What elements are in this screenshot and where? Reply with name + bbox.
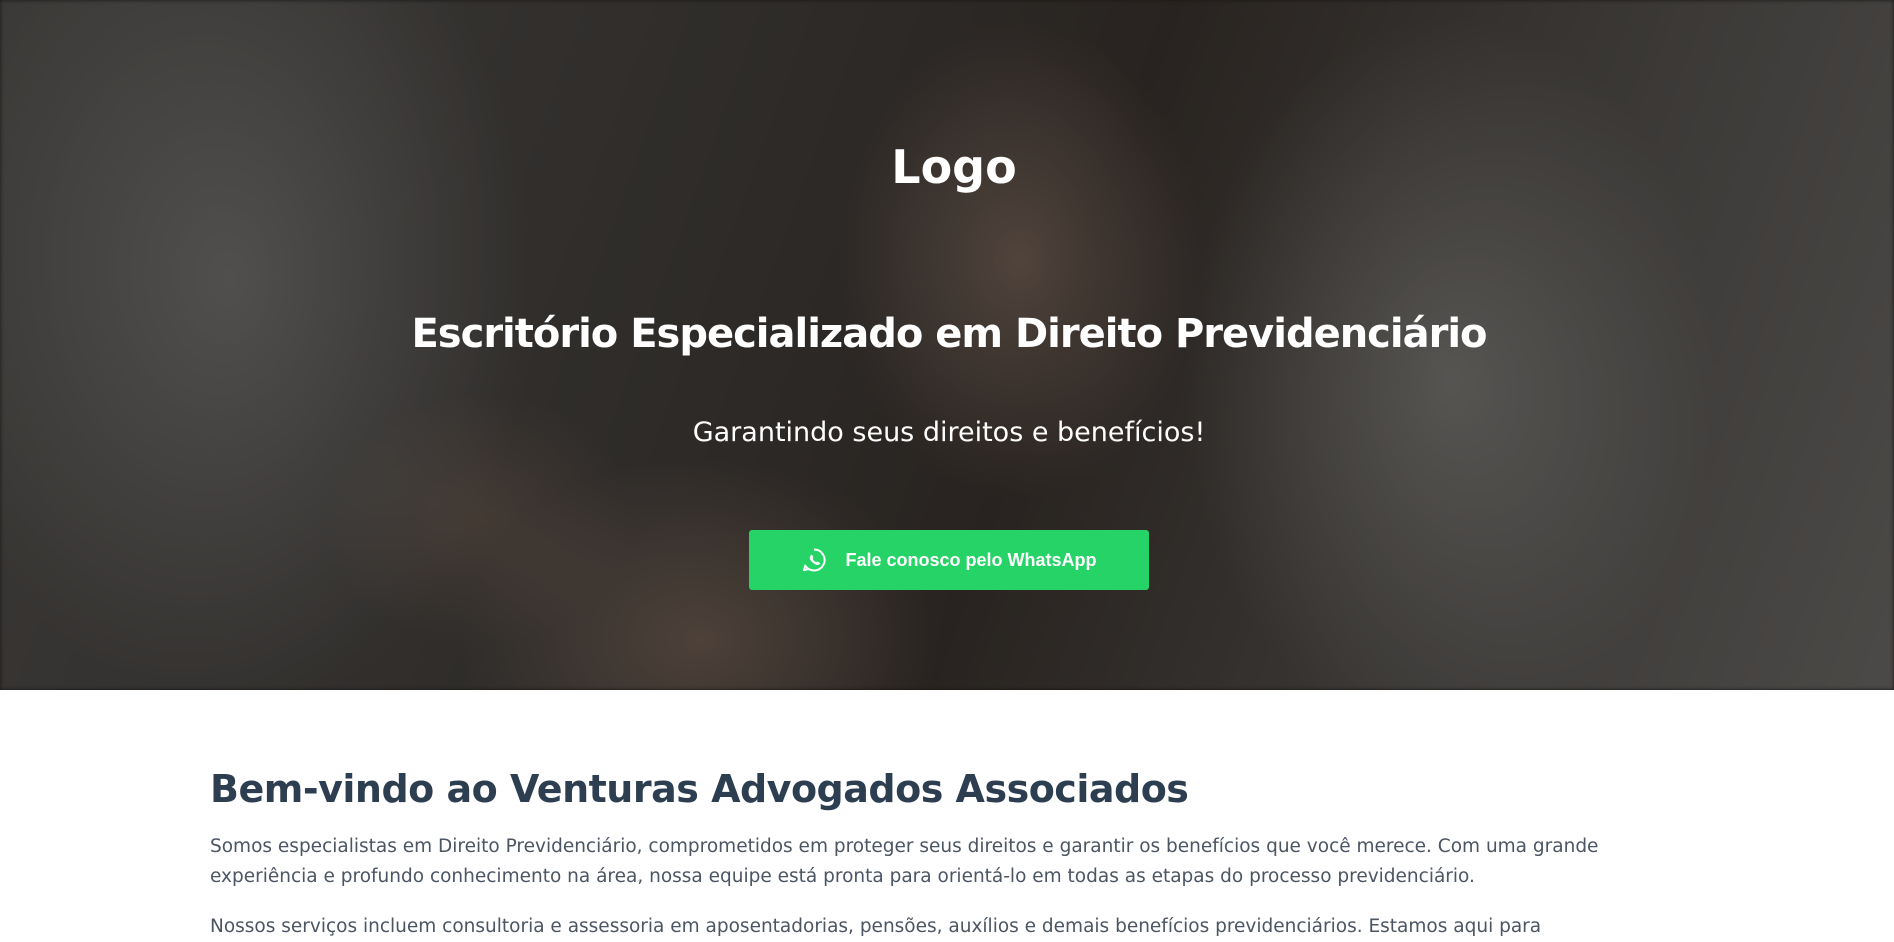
hero-section: Logo Escritório Especializado em Direito… <box>0 0 1894 690</box>
whatsapp-contact-button[interactable]: Fale conosco pelo WhatsApp <box>749 530 1149 590</box>
hero-subtitle: Garantindo seus direitos e benefícios! <box>692 417 1206 448</box>
site-logo[interactable]: Logo <box>0 137 1894 197</box>
about-section: Bem-vindo ao Venturas Advogados Associad… <box>0 690 1894 937</box>
whatsapp-icon <box>801 547 827 573</box>
about-paragraph-1: Somos especialistas em Direito Previdenc… <box>210 836 1599 887</box>
hero-content: Logo Escritório Especializado em Direito… <box>0 0 1894 690</box>
about-title: Bem-vindo ao Venturas Advogados Associad… <box>210 767 1189 811</box>
about-paragraph-2: Nossos serviços incluem consultoria e as… <box>210 916 1542 937</box>
hero-title: Escritório Especializado em Direito Prev… <box>411 311 1487 357</box>
whatsapp-button-label: Fale conosco pelo WhatsApp <box>845 549 1097 570</box>
